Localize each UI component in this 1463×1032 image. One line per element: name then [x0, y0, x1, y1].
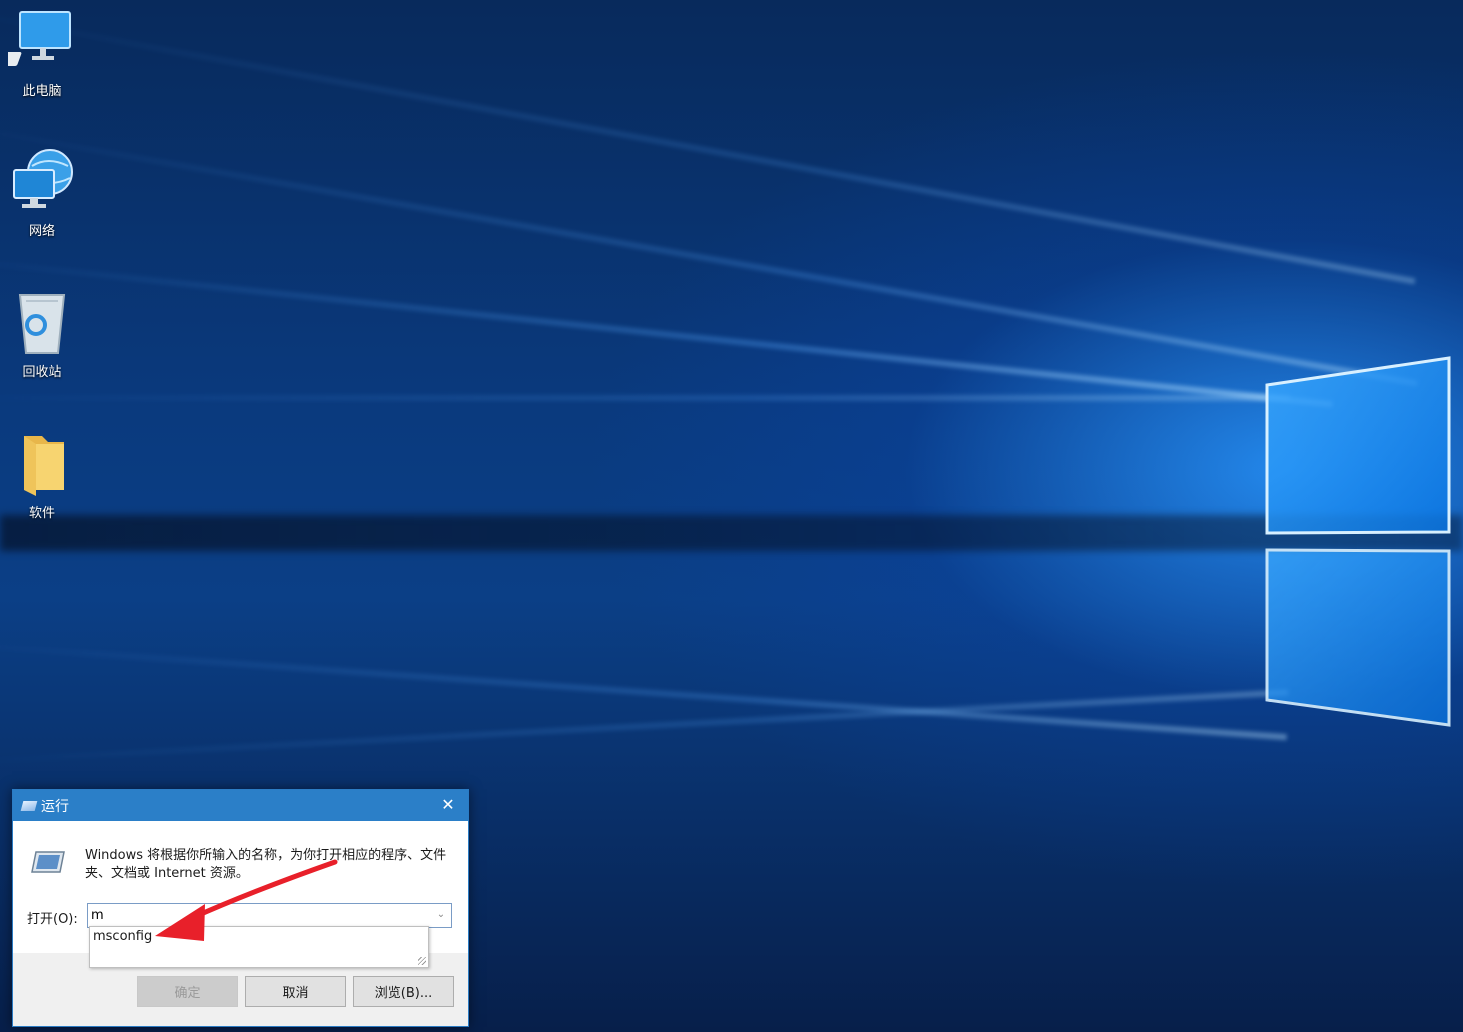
run-dialog-title: 运行: [41, 798, 69, 815]
network-icon: [8, 148, 76, 216]
open-combobox[interactable]: ⌄: [87, 903, 452, 928]
windows-logo: [1265, 356, 1451, 727]
close-icon[interactable]: ✕: [438, 795, 458, 815]
desktop-icon-label: 回收站: [22, 365, 62, 380]
open-input[interactable]: [88, 905, 421, 926]
chevron-down-icon[interactable]: ⌄: [434, 907, 448, 923]
run-program-icon: [31, 851, 65, 873]
desktop-icon-label: 网络: [28, 224, 55, 239]
browse-button[interactable]: 浏览(B)...: [353, 976, 454, 1007]
desktop-icon-this-pc[interactable]: 此电脑: [0, 8, 84, 99]
autocomplete-item[interactable]: msconfig: [90, 927, 428, 946]
run-dialog: 运行 ✕ Windows 将根据你所输入的名称，为你打开相应的程序、文件夹、文档…: [12, 789, 469, 1027]
desktop-icon-label: 此电脑: [22, 84, 62, 99]
ok-button[interactable]: 确定: [137, 976, 238, 1007]
run-dialog-description: Windows 将根据你所输入的名称，为你打开相应的程序、文件夹、文档或 Int…: [85, 848, 447, 881]
recycle-bin-icon: [8, 289, 76, 357]
desktop-icon-software-folder[interactable]: 软件: [0, 430, 84, 521]
desktop-icon-label: 软件: [28, 506, 55, 521]
resize-grip-icon[interactable]: [418, 957, 426, 965]
computer-icon: [0, 8, 76, 76]
run-icon: [20, 800, 38, 811]
folder-icon: [8, 430, 76, 498]
cancel-button[interactable]: 取消: [245, 976, 346, 1007]
run-dialog-titlebar[interactable]: 运行 ✕: [13, 790, 468, 821]
autocomplete-dropdown: msconfig: [89, 926, 429, 968]
desktop-icon-recycle-bin[interactable]: 回收站: [0, 289, 84, 380]
open-label: 打开(O):: [27, 912, 78, 927]
desktop-icon-network[interactable]: 网络: [0, 148, 84, 239]
